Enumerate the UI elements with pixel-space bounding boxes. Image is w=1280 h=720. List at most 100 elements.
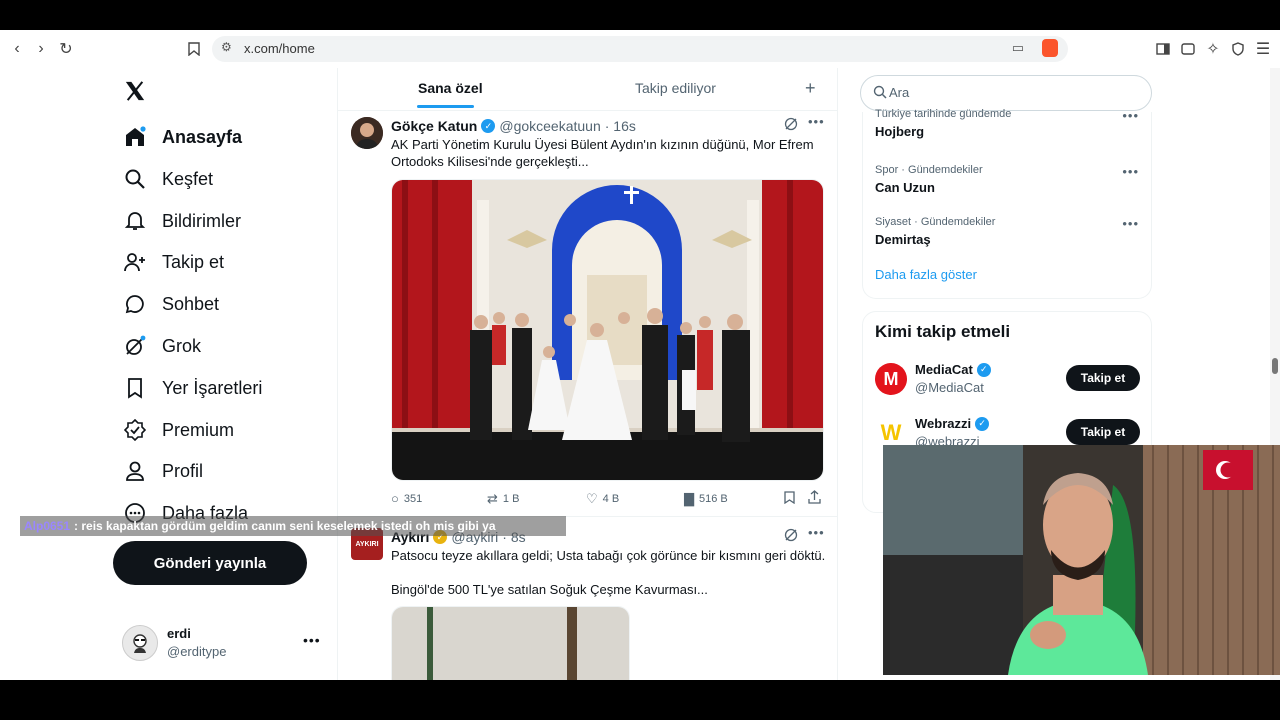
- vpn-icon[interactable]: [1227, 38, 1249, 60]
- reload-icon[interactable]: ↻: [55, 38, 77, 60]
- like-button[interactable]: ♡ 4 B: [586, 491, 619, 507]
- tweet-time[interactable]: · 16s: [605, 118, 636, 134]
- trend-more-icon[interactable]: •••: [1122, 108, 1139, 123]
- nav-home[interactable]: Anasayfa: [122, 117, 242, 157]
- nav-label-chat: Sohbet: [162, 293, 220, 314]
- grok-explain-icon[interactable]: [784, 528, 798, 542]
- bell-icon: [122, 208, 148, 234]
- account-logo-mediacat[interactable]: M: [875, 363, 907, 395]
- share-icon[interactable]: [808, 490, 821, 509]
- tweet-media-image[interactable]: [391, 606, 630, 680]
- views-button[interactable]: ▇ 516 B: [684, 491, 728, 507]
- chat-icon: [122, 291, 148, 317]
- wallet-icon[interactable]: [1177, 38, 1199, 60]
- tweet-more-icon[interactable]: •••: [808, 525, 825, 540]
- verified-badge-icon: ✓: [976, 362, 991, 377]
- follow-button[interactable]: Takip et: [1066, 365, 1140, 391]
- trend-name: Demirtaş: [875, 232, 931, 247]
- reply-button[interactable]: ○ 351: [391, 491, 422, 506]
- account-more-icon[interactable]: •••: [303, 632, 321, 648]
- trend-name: Hojberg: [875, 124, 925, 139]
- browser-toolbar: ‹ › ↻ ⚙ x.com/home ▭ ✧ ☰: [0, 30, 1280, 69]
- follow-button[interactable]: Takip et: [1066, 419, 1140, 445]
- trend-context: Türkiye tarihinde gündemde: [875, 108, 1012, 120]
- tweet-text-line: Bingöl'de 500 TL'ye satılan Soğuk Çeşme …: [391, 582, 708, 597]
- x-logo-icon[interactable]: [124, 80, 146, 107]
- trend-item[interactable]: Türkiye tarihinde gündemde Hojberg •••: [863, 108, 1151, 164]
- tweet-more-icon[interactable]: •••: [808, 114, 825, 129]
- tweet-author-name[interactable]: Gökçe Katun: [391, 118, 477, 134]
- nav-label-profile: Profil: [162, 460, 204, 481]
- reply-icon: ○: [391, 491, 399, 506]
- menu-icon[interactable]: ☰: [1252, 38, 1274, 60]
- search-field-icon: [873, 85, 887, 104]
- add-tab-icon[interactable]: +: [805, 78, 816, 99]
- search-input[interactable]: Ara: [860, 75, 1152, 111]
- repost-icon: ⇄: [487, 491, 498, 506]
- trend-item[interactable]: Spor · Gündemdekiler Can Uzun •••: [863, 164, 1151, 216]
- suggested-account-name[interactable]: MediaCat ✓: [915, 362, 995, 377]
- verified-badge-icon: ✓: [975, 416, 990, 431]
- bookmark-tweet-icon[interactable]: [784, 491, 795, 509]
- repost-button[interactable]: ⇄ 1 B: [487, 491, 519, 507]
- suggested-account-handle: @MediaCat: [915, 380, 984, 395]
- nav-grok[interactable]: Grok: [122, 326, 201, 366]
- trend-more-icon[interactable]: •••: [1122, 164, 1139, 179]
- address-bar[interactable]: ⚙ x.com/home ▭: [212, 36, 1068, 62]
- bookmark-page-icon[interactable]: [183, 38, 205, 60]
- cast-icon[interactable]: ▭: [1012, 40, 1024, 56]
- url-text: x.com/home: [244, 41, 315, 56]
- nav-label-bookmarks: Yer İşaretleri: [162, 377, 263, 398]
- home-icon: [122, 124, 148, 150]
- avatar[interactable]: [122, 625, 158, 661]
- leo-ai-icon[interactable]: ✧: [1202, 38, 1224, 60]
- nav-label-explore: Keşfet: [162, 168, 214, 189]
- verified-badge-icon: ✓: [481, 119, 496, 133]
- forward-icon[interactable]: ›: [30, 38, 52, 60]
- tweet-text-line: Ortodoks Kilisesi'nde gerçekleşti...: [391, 154, 589, 169]
- search-placeholder: Ara: [889, 85, 910, 100]
- tweet-author-handle[interactable]: @gokceekatuun: [499, 118, 600, 134]
- nav-explore[interactable]: Keşfet: [122, 159, 213, 199]
- nav-label-notifications: Bildirimler: [162, 210, 242, 231]
- tabs-divider: [338, 110, 837, 111]
- nav-chat[interactable]: Sohbet: [122, 284, 219, 324]
- nav-label-follow: Takip et: [162, 251, 225, 272]
- tweet-text: Patsocu teyze akıllara geldi; Usta tabağ…: [391, 547, 831, 598]
- tweet-avatar[interactable]: [351, 117, 383, 149]
- views-icon: ▇: [684, 491, 694, 506]
- chat-username: Alp0651: [24, 519, 71, 533]
- tab-for-you[interactable]: Sana özel: [418, 80, 483, 96]
- timeline: Sana özel Takip ediliyor + Gökçe Katun ✓…: [337, 68, 838, 680]
- nav-premium[interactable]: Premium: [122, 410, 234, 450]
- tweet-media-image[interactable]: [391, 179, 824, 481]
- brave-shield-icon[interactable]: [1042, 39, 1058, 57]
- tab-following[interactable]: Takip ediliyor: [635, 80, 716, 96]
- back-icon[interactable]: ‹: [6, 38, 28, 60]
- nav-notifications[interactable]: Bildirimler: [122, 201, 241, 241]
- sidebar-icon[interactable]: [1152, 38, 1174, 60]
- trend-context: Spor · Gündemdekiler: [875, 164, 983, 176]
- person-add-icon: [122, 249, 148, 275]
- grok-explain-icon[interactable]: [784, 117, 798, 131]
- nav-profile[interactable]: Profil: [122, 451, 203, 491]
- nav-bookmarks[interactable]: Yer İşaretleri: [122, 368, 262, 408]
- grok-icon: [122, 333, 148, 359]
- webcam-overlay: [883, 445, 1280, 675]
- post-button[interactable]: Gönderi yayınla: [113, 541, 307, 585]
- stream-chat-message: Alp0651 : reis kapaktan gördüm geldim ca…: [20, 516, 566, 536]
- trend-item[interactable]: Siyaset · Gündemdekiler Demirtaş •••: [863, 216, 1151, 268]
- site-settings-icon[interactable]: ⚙: [221, 40, 232, 54]
- chat-text: : reis kapaktan gördüm geldim canım seni…: [74, 519, 496, 533]
- show-more-link[interactable]: Daha fazla göster: [875, 267, 977, 282]
- nav-follow[interactable]: Takip et: [122, 242, 224, 282]
- profile-icon: [122, 458, 148, 484]
- scrollbar-thumb[interactable]: [1272, 358, 1278, 374]
- search-icon: [122, 166, 148, 192]
- tweet-text-line: Patsocu teyze akıllara geldi; Usta tabağ…: [391, 548, 826, 563]
- suggested-account-name[interactable]: Webrazzi ✓: [915, 416, 993, 431]
- account-name: erdi: [167, 626, 191, 641]
- trend-more-icon[interactable]: •••: [1122, 216, 1139, 231]
- tweet-header: Gökçe Katun ✓ @gokceekatuun · 16s: [391, 118, 636, 134]
- tweet-text-line: AK Parti Yönetim Kurulu Üyesi Bülent Ayd…: [391, 137, 814, 152]
